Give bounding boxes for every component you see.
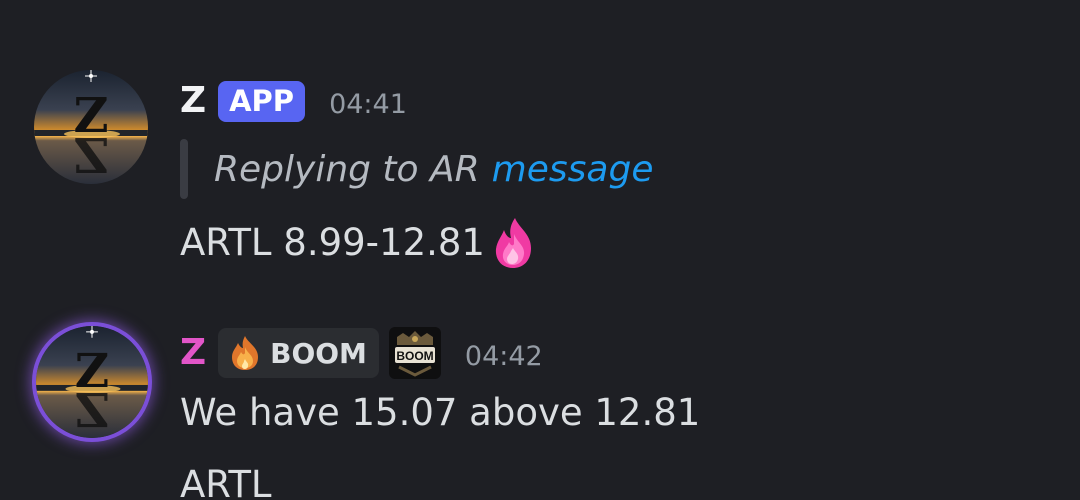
message-text: ARTL 8.99-12.81 [180, 220, 485, 264]
server-tag-label: BOOM [270, 336, 367, 370]
reply-reference[interactable]: Replying to AR message [180, 138, 653, 200]
server-logo[interactable]: BOOM [388, 327, 441, 379]
username[interactable]: Z [180, 335, 206, 371]
pink-fire-icon[interactable] [491, 216, 537, 270]
avatar-image: Z Z [36, 326, 148, 438]
server-tag[interactable]: BOOM [218, 328, 379, 378]
avatar[interactable]: Z Z [34, 70, 148, 184]
message-text: ARTL [180, 463, 272, 500]
chat-log: Z Z Z APP 04:41 Replying to AR message A… [0, 0, 1080, 500]
message-content: ARTL 8.99-12.81 [180, 216, 537, 270]
message-text: We have 15.07 above 12.81 [180, 391, 701, 434]
timestamp[interactable]: 04:41 [329, 91, 407, 118]
app-badge: APP [218, 80, 306, 122]
reply-bar [180, 139, 188, 199]
svg-text:Z: Z [75, 381, 109, 436]
avatar[interactable]: Z Z [36, 326, 148, 438]
avatar-image: Z Z [34, 70, 148, 184]
flame-icon [228, 335, 262, 371]
reply-text: Replying to AR [214, 148, 480, 190]
svg-text:Z: Z [73, 126, 108, 182]
timestamp[interactable]: 04:42 [465, 343, 543, 370]
username[interactable]: Z [180, 83, 206, 119]
message-header: Z APP 04:41 [180, 76, 407, 126]
message-header: Z BOOM BOOM 04:42 [180, 327, 543, 379]
reply-message-link[interactable]: message [492, 149, 654, 190]
server-logo-text: BOOM [396, 349, 433, 363]
